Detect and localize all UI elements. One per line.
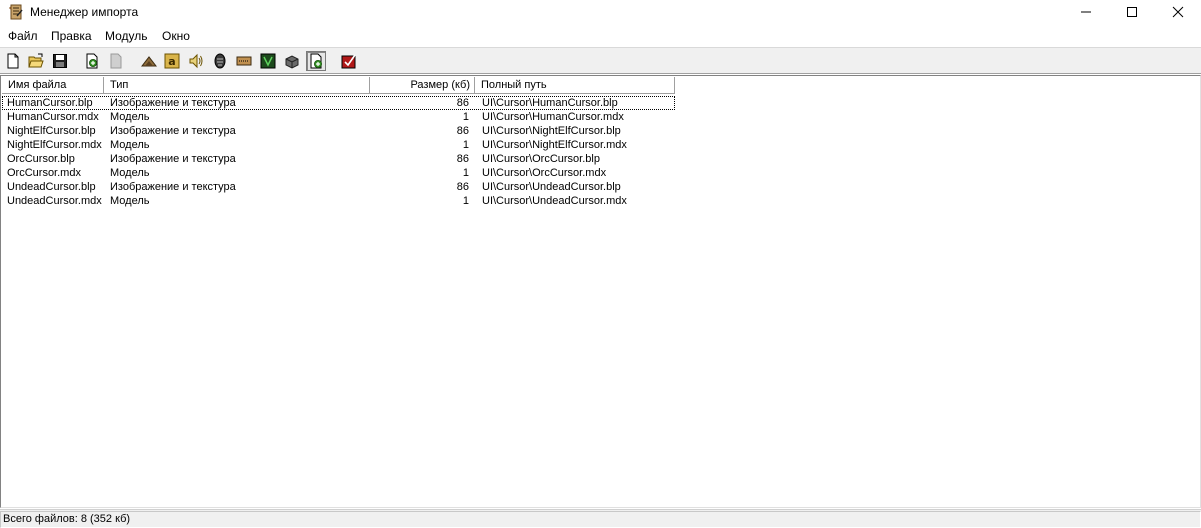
close-icon xyxy=(1172,6,1184,18)
terrain-editor-button[interactable] xyxy=(139,51,159,71)
menu-module[interactable]: Модуль xyxy=(105,29,148,44)
export-file-button xyxy=(106,51,126,71)
cell-file-size: 86 xyxy=(456,153,469,165)
table-row[interactable]: HumanCursor.blp Изображение и текстура 86 U… xyxy=(2,96,675,110)
object-manager-icon xyxy=(285,55,299,69)
status-text: Всего файлов: 8 (352 кб) xyxy=(3,513,131,525)
table-row[interactable]: OrcCursor.blp Изображение и текстура 86 UI\… xyxy=(2,152,675,166)
status-panel xyxy=(0,511,1201,528)
cell-file-path: UI\Cursor\UndeadCursor.blp xyxy=(482,181,621,193)
new-file-button[interactable] xyxy=(3,51,23,71)
toolbar: a xyxy=(0,47,1201,74)
cell-file-size: 86 xyxy=(456,181,469,193)
cell-file-path: UI\Cursor\UndeadCursor.mdx xyxy=(482,195,627,207)
sound-editor-button[interactable] xyxy=(186,51,206,71)
cell-file-name: OrcCursor.blp xyxy=(7,153,75,165)
column-header-size[interactable]: Размер (кб) xyxy=(370,77,475,94)
cell-file-name: HumanCursor.blp xyxy=(7,97,93,109)
test-map-icon xyxy=(341,54,356,69)
cell-file-name: UndeadCursor.blp xyxy=(7,181,96,193)
save-icon xyxy=(53,54,67,68)
cell-file-type: Изображение и текстура xyxy=(110,153,236,165)
unit-editor-button[interactable]: a xyxy=(162,51,182,71)
import-file-icon xyxy=(86,53,98,69)
window-title: Менеджер импорта xyxy=(30,5,139,19)
table-row[interactable]: NightElfCursor.blp Изображение и текстура… xyxy=(2,124,675,138)
status-bar: Всего файлов: 8 (352 кб) xyxy=(0,509,1201,528)
minimize-icon xyxy=(1081,11,1091,13)
cell-file-type: Модель xyxy=(110,139,150,151)
table-row[interactable]: UndeadCursor.mdx Модель 1 UI\Cursor\UndeadC… xyxy=(2,194,675,208)
cell-file-path: UI\Cursor\HumanCursor.blp xyxy=(482,97,618,109)
sound-editor-icon xyxy=(189,53,203,69)
table-row[interactable]: UndeadCursor.blp Изображение и текстура 86… xyxy=(2,180,675,194)
scroll-app-icon xyxy=(8,4,24,20)
menu-bar: Файл Правка Модуль Окно xyxy=(0,27,1201,46)
cell-file-path: UI\Cursor\HumanCursor.mdx xyxy=(482,111,624,123)
cell-file-type: Изображение и текстура xyxy=(110,125,236,137)
menu-file[interactable]: Файл xyxy=(8,29,38,44)
table-row[interactable]: HumanCursor.mdx Модель 1 UI\Cursor\HumanCur… xyxy=(2,110,675,124)
open-folder-button[interactable] xyxy=(26,51,46,71)
list-rows: HumanCursor.blp Изображение и текстура 86 U… xyxy=(2,96,1201,208)
title-bar[interactable]: Менеджер импорта xyxy=(0,0,1201,24)
minimize-button[interactable] xyxy=(1063,0,1109,24)
object-editor-button[interactable] xyxy=(210,51,230,71)
cell-file-path: UI\Cursor\OrcCursor.blp xyxy=(482,153,600,165)
column-header-name[interactable]: Имя файла xyxy=(2,77,104,94)
list-header: Имя файла Тип Размер (кб) Полный путь xyxy=(2,77,1201,94)
new-file-icon xyxy=(7,53,19,69)
test-map-button[interactable] xyxy=(339,51,359,71)
table-row[interactable]: NightElfCursor.mdx Модель 1 UI\Cursor\Night… xyxy=(2,138,675,152)
maximize-icon xyxy=(1127,7,1137,17)
cell-file-name: UndeadCursor.mdx xyxy=(7,195,102,207)
cell-file-type: Модель xyxy=(110,111,150,123)
menu-window[interactable]: Окно xyxy=(162,29,190,44)
svg-text:a: a xyxy=(168,55,175,68)
cell-file-size: 86 xyxy=(456,97,469,109)
menu-edit[interactable]: Правка xyxy=(51,29,92,44)
object-manager-button[interactable] xyxy=(282,51,302,71)
close-button[interactable] xyxy=(1155,0,1201,24)
cell-file-path: UI\Cursor\NightElfCursor.blp xyxy=(482,125,621,137)
cell-file-name: OrcCursor.mdx xyxy=(7,167,81,179)
file-list-view[interactable]: Имя файла Тип Размер (кб) Полный путь Hu… xyxy=(0,75,1201,508)
cell-file-name: HumanCursor.mdx xyxy=(7,111,99,123)
open-folder-icon xyxy=(28,53,44,68)
import-file-button[interactable] xyxy=(82,51,102,71)
cell-file-path: UI\Cursor\NightElfCursor.mdx xyxy=(482,139,627,151)
cell-file-type: Модель xyxy=(110,195,150,207)
ai-editor-button[interactable] xyxy=(258,51,278,71)
table-row[interactable]: OrcCursor.mdx Модель 1 UI\Cursor\OrcCursor.… xyxy=(2,166,675,180)
cell-file-size: 1 xyxy=(462,139,469,151)
campaign-editor-icon xyxy=(236,56,252,66)
campaign-editor-button[interactable] xyxy=(234,51,254,71)
cell-file-path: UI\Cursor\OrcCursor.mdx xyxy=(482,167,607,179)
terrain-editor-icon xyxy=(141,56,157,67)
cell-file-size: 86 xyxy=(456,125,469,137)
save-button[interactable] xyxy=(50,51,70,71)
cell-file-name: NightElfCursor.blp xyxy=(7,125,96,137)
cell-file-name: NightElfCursor.mdx xyxy=(7,139,102,151)
cell-file-type: Модель xyxy=(110,167,150,179)
export-file-icon xyxy=(110,53,122,69)
cell-file-size: 1 xyxy=(462,195,469,207)
cell-file-type: Изображение и текстура xyxy=(110,97,236,109)
column-header-type[interactable]: Тип xyxy=(104,77,370,94)
column-header-path[interactable]: Полный путь xyxy=(475,77,675,94)
unit-editor-icon: a xyxy=(164,53,180,69)
import-manager-button[interactable] xyxy=(306,51,326,71)
maximize-button[interactable] xyxy=(1109,0,1155,24)
cell-file-size: 1 xyxy=(462,111,469,123)
import-manager-icon xyxy=(310,53,322,69)
cell-file-type: Изображение и текстура xyxy=(110,181,236,193)
cell-file-size: 1 xyxy=(462,167,469,179)
ai-editor-icon xyxy=(260,53,276,69)
object-editor-icon xyxy=(214,53,226,69)
